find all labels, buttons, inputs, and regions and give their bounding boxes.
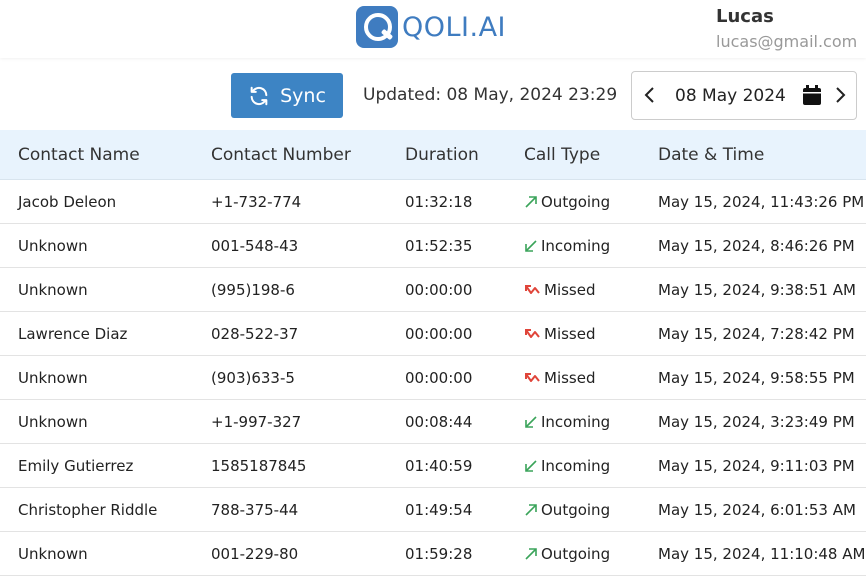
outgoing-arrow-icon <box>524 195 538 209</box>
sync-icon <box>248 85 270 107</box>
contact-number: 001-548-43 <box>211 237 299 255</box>
date-picker[interactable]: 08 May 2024 <box>631 71 857 120</box>
logo-mark-icon <box>356 6 398 48</box>
call-type-label: Missed <box>544 369 596 387</box>
contact-name: Unknown <box>18 237 88 255</box>
incoming-arrow-icon <box>524 239 538 253</box>
contact-number: +1-997-327 <box>211 413 302 431</box>
contact-number: 1585187845 <box>211 457 307 475</box>
missed-call-icon <box>524 371 541 385</box>
table-row[interactable]: Unknown (995)198-6 00:00:00 Missed May 15, 2… <box>0 268 866 312</box>
user-email: lucas@gmail.com <box>716 32 858 51</box>
call-duration: 01:32:18 <box>405 193 473 211</box>
call-type-label: Incoming <box>541 413 611 431</box>
chevron-left-icon[interactable] <box>642 84 662 106</box>
contact-name: Lawrence Diaz <box>18 325 128 343</box>
call-type-label: Outgoing <box>541 501 611 519</box>
table-row[interactable]: Unknown 001-548-43 01:52:35 Incoming May 15,… <box>0 224 866 268</box>
call-type: Incoming <box>524 457 610 475</box>
contact-name: Emily Gutierrez <box>18 457 134 475</box>
call-type-label: Incoming <box>541 457 611 475</box>
table-row[interactable]: Unknown 001-229-80 01:59:28 Outgoing May 15,… <box>0 532 866 576</box>
call-datetime: May 15, 2024, 9:38:51 AM <box>658 281 856 299</box>
contact-name: Unknown <box>18 281 88 299</box>
user-profile[interactable]: Lucas lucas@gmail.com <box>716 6 862 51</box>
call-duration: 00:00:00 <box>405 281 473 299</box>
call-duration: 00:00:00 <box>405 369 473 387</box>
header-call-type[interactable]: Call Type <box>524 145 600 165</box>
call-type: Missed <box>524 325 596 343</box>
table-row[interactable]: Jacob Deleon +1-732-774 01:32:18 Outgoing Ma… <box>0 180 866 224</box>
call-datetime: May 15, 2024, 6:01:53 AM <box>658 501 856 519</box>
contact-number: (903)633-5 <box>211 369 295 387</box>
table-row[interactable]: Lawrence Diaz 028-522-37 00:00:00 Missed May… <box>0 312 866 356</box>
top-bar: QOLI.AI Lucas lucas@gmail.com <box>0 0 866 58</box>
contact-number: 788-375-44 <box>211 501 299 519</box>
call-type-label: Missed <box>544 325 596 343</box>
sync-label: Sync <box>280 84 326 107</box>
call-type: Outgoing <box>524 193 610 211</box>
table-header: Contact Name Contact Number Duration Cal… <box>0 130 866 180</box>
call-datetime: May 15, 2024, 11:10:48 AM <box>658 545 866 563</box>
call-duration: 01:52:35 <box>405 237 473 255</box>
call-duration: 01:59:28 <box>405 545 473 563</box>
contact-name: Christopher Riddle <box>18 501 158 519</box>
call-type-label: Outgoing <box>541 193 611 211</box>
updated-timestamp: Updated: 08 May, 2024 23:29 <box>363 85 618 105</box>
call-type: Incoming <box>524 413 610 431</box>
call-duration: 00:00:00 <box>405 325 473 343</box>
call-type: Missed <box>524 369 596 387</box>
header-duration[interactable]: Duration <box>405 145 479 165</box>
header-contact-number[interactable]: Contact Number <box>211 145 351 165</box>
outgoing-arrow-icon <box>524 547 538 561</box>
calendar-icon[interactable] <box>802 84 822 110</box>
call-datetime: May 15, 2024, 9:11:03 PM <box>658 457 855 475</box>
call-datetime: May 15, 2024, 9:58:55 PM <box>658 369 855 387</box>
call-type-label: Outgoing <box>541 545 611 563</box>
contact-number: (995)198-6 <box>211 281 295 299</box>
table-row[interactable]: Unknown (903)633-5 00:00:00 Missed May 15, 2… <box>0 356 866 400</box>
table-row[interactable]: Unknown +1-997-327 00:08:44 Incoming May 15,… <box>0 400 866 444</box>
missed-call-icon <box>524 283 541 297</box>
selected-date[interactable]: 08 May 2024 <box>675 86 786 106</box>
call-duration: 01:40:59 <box>405 457 473 475</box>
call-datetime: May 15, 2024, 7:28:42 PM <box>658 325 855 343</box>
contact-name: Jacob Deleon <box>18 193 117 211</box>
contact-name: Unknown <box>18 369 88 387</box>
call-type-label: Missed <box>544 281 596 299</box>
call-type: Outgoing <box>524 545 610 563</box>
call-datetime: May 15, 2024, 3:23:49 PM <box>658 413 855 431</box>
call-duration: 00:08:44 <box>405 413 473 431</box>
contact-number: 001-229-80 <box>211 545 299 563</box>
chevron-right-icon[interactable] <box>832 84 852 106</box>
incoming-arrow-icon <box>524 459 538 473</box>
contact-name: Unknown <box>18 413 88 431</box>
call-datetime: May 15, 2024, 11:43:26 PM <box>658 193 865 211</box>
incoming-arrow-icon <box>524 415 538 429</box>
call-datetime: May 15, 2024, 8:46:26 PM <box>658 237 855 255</box>
call-type: Outgoing <box>524 501 610 519</box>
call-log-table: Contact Name Contact Number Duration Cal… <box>0 130 866 576</box>
call-type: Incoming <box>524 237 610 255</box>
missed-call-icon <box>524 327 541 341</box>
brand-name: QOLI.AI <box>402 11 507 43</box>
toolbar: Sync Updated: 08 May, 2024 23:29 08 May … <box>0 64 866 128</box>
table-row[interactable]: Emily Gutierrez 1585187845 01:40:59 Incomin… <box>0 444 866 488</box>
header-contact-name[interactable]: Contact Name <box>18 145 140 165</box>
contact-number: +1-732-774 <box>211 193 302 211</box>
brand-logo[interactable]: QOLI.AI <box>356 6 506 48</box>
outgoing-arrow-icon <box>524 503 538 517</box>
contact-name: Unknown <box>18 545 88 563</box>
sync-button[interactable]: Sync <box>231 73 343 118</box>
contact-number: 028-522-37 <box>211 325 299 343</box>
user-name: Lucas <box>716 6 774 27</box>
table-body: Jacob Deleon +1-732-774 01:32:18 Outgoing Ma… <box>0 180 866 576</box>
call-type: Missed <box>524 281 596 299</box>
call-type-label: Incoming <box>541 237 611 255</box>
table-row[interactable]: Christopher Riddle 788-375-44 01:49:54 Outg… <box>0 488 866 532</box>
call-duration: 01:49:54 <box>405 501 473 519</box>
header-date-time[interactable]: Date & Time <box>658 145 764 165</box>
